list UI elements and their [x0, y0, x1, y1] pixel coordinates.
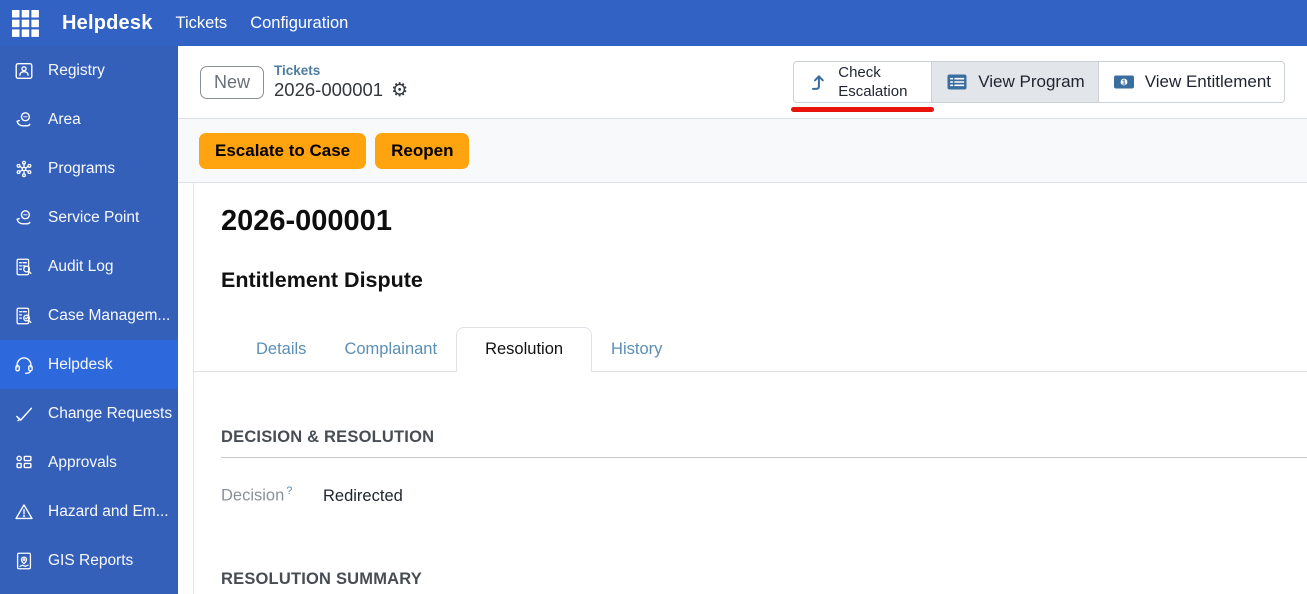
page-header: New Tickets 2026-000001 ⚙ Check Escalati…	[178, 46, 1307, 119]
tabbar: Details Complainant Resolution History	[193, 327, 1307, 372]
check-escalation-button[interactable]: Check Escalation	[793, 61, 933, 103]
statusbar: Escalate to Case Reopen	[178, 119, 1307, 183]
sidebar-item-registry[interactable]: Registry	[0, 46, 178, 95]
sidebar-item-label: Case Managem...	[48, 306, 171, 324]
status-badge: New	[200, 65, 265, 99]
sidebar-item-label: Hazard and Em...	[48, 502, 169, 520]
apps-grid-icon[interactable]	[12, 9, 39, 37]
sidebar-item-label: Audit Log	[48, 257, 114, 275]
sidebar-item-label: Helpdesk	[48, 355, 113, 373]
sidebar-item-programs[interactable]: Programs	[0, 144, 178, 193]
sidebar-item-audit-log[interactable]: Audit Log	[0, 242, 178, 291]
annotation-underline	[791, 107, 935, 112]
form-sheet: 2026-000001 Entitlement Dispute Details …	[193, 183, 1307, 594]
decision-field-value[interactable]: Redirected	[323, 487, 403, 506]
section-heading-decision: DECISION & RESOLUTION	[221, 428, 435, 446]
help-marker-icon: ?	[286, 485, 293, 497]
sidebar-item-approvals[interactable]: Approvals	[0, 438, 178, 487]
map-report-icon	[16, 552, 32, 569]
topbar: Helpdesk Tickets Configuration	[0, 0, 1307, 46]
header-action-buttons: Check Escalation View Program 1 View Ent…	[791, 61, 1285, 112]
case-checklist-icon	[16, 307, 32, 324]
sidebar-item-label: Service Point	[48, 208, 140, 226]
breadcrumb-parent-link[interactable]: Tickets	[274, 63, 408, 79]
tab-history[interactable]: History	[592, 327, 681, 372]
banknote-icon: 1	[1113, 75, 1134, 89]
audit-checklist-icon	[16, 258, 32, 275]
decision-field-row: Decision? Redirected	[221, 485, 1307, 506]
topbar-menu-tickets[interactable]: Tickets	[176, 14, 228, 33]
sidebar-item-label: GIS Reports	[48, 551, 134, 569]
sidebar-item-case-management[interactable]: Case Managem...	[0, 291, 178, 340]
brand-helpdesk[interactable]: Helpdesk	[62, 12, 153, 35]
sidebar-item-label: Area	[48, 110, 81, 128]
sidebar-item-label: Change Requests	[48, 404, 173, 422]
button-label: Check Escalation	[838, 63, 908, 101]
hand-globe-icon	[16, 111, 31, 126]
main-area: New Tickets 2026-000001 ⚙ Check Escalati…	[178, 46, 1307, 594]
tab-details[interactable]: Details	[237, 327, 325, 372]
view-entitlement-button[interactable]: 1 View Entitlement	[1097, 61, 1285, 103]
sidebar-item-gis-reports[interactable]: GIS Reports	[0, 536, 178, 585]
topbar-menu-configuration[interactable]: Configuration	[250, 14, 348, 33]
sidebar-item-area[interactable]: Area	[0, 95, 178, 144]
sidebar: Registry Area Programs Service Point Aud…	[0, 46, 178, 594]
view-program-button[interactable]: View Program	[931, 61, 1099, 103]
tab-complainant[interactable]: Complainant	[325, 327, 456, 372]
section-divider	[221, 457, 1307, 458]
hand-globe-icon	[16, 209, 31, 224]
ticket-number-title: 2026-000001	[221, 205, 392, 237]
check-swoosh-icon	[16, 407, 33, 421]
sheet-wrap: 2026-000001 Entitlement Dispute Details …	[178, 183, 1307, 594]
list-icon	[947, 74, 967, 90]
sidebar-item-helpdesk[interactable]: Helpdesk	[0, 340, 178, 389]
warning-triangle-icon	[15, 503, 33, 519]
headset-icon	[15, 356, 33, 374]
network-icon	[16, 160, 32, 177]
sidebar-item-label: Programs	[48, 159, 116, 177]
svg-text:1: 1	[1122, 79, 1126, 86]
sidebar-item-service-point[interactable]: Service Point	[0, 193, 178, 242]
sidebar-item-label: Approvals	[48, 453, 117, 471]
sidebar-item-label: Registry	[48, 61, 105, 79]
kanban-icon	[16, 455, 32, 468]
escalate-to-case-button[interactable]: Escalate to Case	[199, 132, 367, 169]
tab-resolution[interactable]: Resolution	[456, 327, 593, 372]
registry-card-icon	[15, 62, 33, 79]
breadcrumb: Tickets 2026-000001 ⚙	[274, 63, 408, 101]
reopen-button[interactable]: Reopen	[375, 132, 470, 169]
gear-icon[interactable]: ⚙	[391, 81, 408, 100]
section-heading-resolution-summary: RESOLUTION SUMMARY	[221, 569, 422, 588]
ticket-subject-title: Entitlement Dispute	[221, 268, 423, 292]
sidebar-item-change-requests[interactable]: Change Requests	[0, 389, 178, 438]
button-label: View Program	[978, 72, 1085, 91]
decision-field-label: Decision?	[221, 485, 293, 505]
button-label: View Entitlement	[1144, 72, 1271, 91]
arrow-turn-up-icon	[812, 75, 825, 90]
breadcrumb-current: 2026-000001	[274, 79, 384, 100]
sidebar-item-hazard[interactable]: Hazard and Em...	[0, 487, 178, 536]
